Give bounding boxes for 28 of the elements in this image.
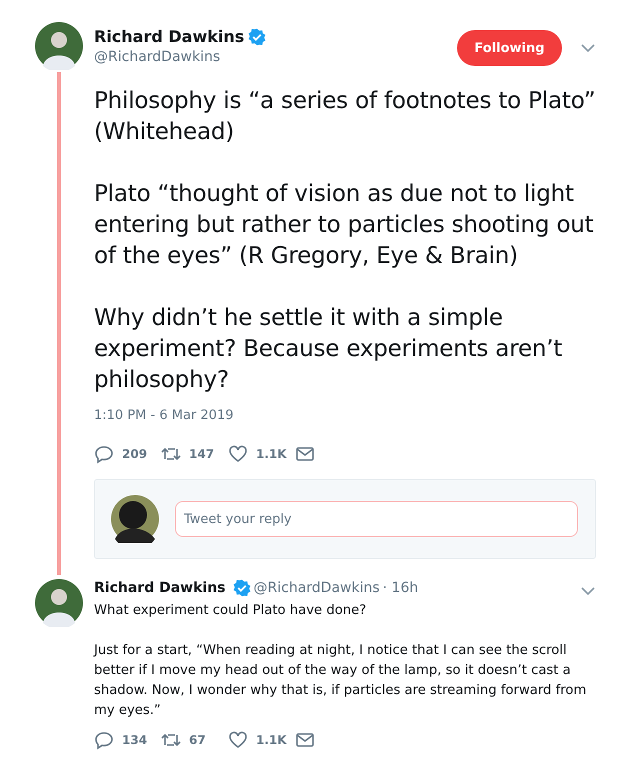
author-name[interactable]: Richard Dawkins — [94, 580, 226, 596]
reply-icon[interactable] — [94, 730, 114, 750]
avatar[interactable] — [35, 579, 83, 627]
author-name[interactable]: Richard Dawkins — [94, 27, 244, 46]
action-count: 67 — [189, 733, 206, 747]
reply-input[interactable]: Tweet your reply — [175, 501, 578, 537]
avatar[interactable] — [35, 22, 83, 70]
avatar[interactable] — [111, 495, 159, 543]
action-count: 209 — [122, 447, 148, 461]
tweet-time[interactable]: · 16h — [382, 580, 418, 596]
reply-icon[interactable] — [94, 444, 114, 464]
tweet-text: What experiment could Plato have done? — [94, 602, 368, 620]
action-count: 1.1K — [256, 733, 287, 747]
action-count: 147 — [189, 447, 214, 461]
envelope-icon[interactable] — [295, 444, 315, 464]
author-handle[interactable]: @RichardDawkins — [254, 580, 380, 596]
heart-icon[interactable] — [228, 444, 248, 464]
envelope-icon[interactable] — [295, 730, 315, 750]
following-button[interactable]: Following — [457, 30, 562, 66]
action-count: 1.1K — [256, 447, 287, 461]
tweet-text: Philosophy is “a series of footnotes to Plato” (Whitehead) — [94, 87, 596, 147]
action-count: 134 — [122, 733, 148, 747]
tweet-text: Why didn’t he settle it with a simple experiment? Because experiments aren’t philosophy? — [94, 304, 564, 395]
tweet-text: Just for a start, “When reading at night, I notice that I can see the scroll better if I move my head out of the way of the lamp, so it doesn’t cast a shadow. Now, I wonder why that is, if particles are streaming forward from my eyes.” — [94, 642, 588, 720]
tweet-timestamp[interactable]: 1:10 PM - 6 Mar 2019 — [94, 408, 596, 423]
heart-icon[interactable] — [228, 730, 248, 750]
author-handle[interactable]: @RichardDawkins — [94, 49, 457, 65]
tweet-text: Plato “thought of vision as due not to light entering but rather to particles shooting out of the eyes” (R Gregory, Eye & Brain) — [94, 180, 595, 271]
